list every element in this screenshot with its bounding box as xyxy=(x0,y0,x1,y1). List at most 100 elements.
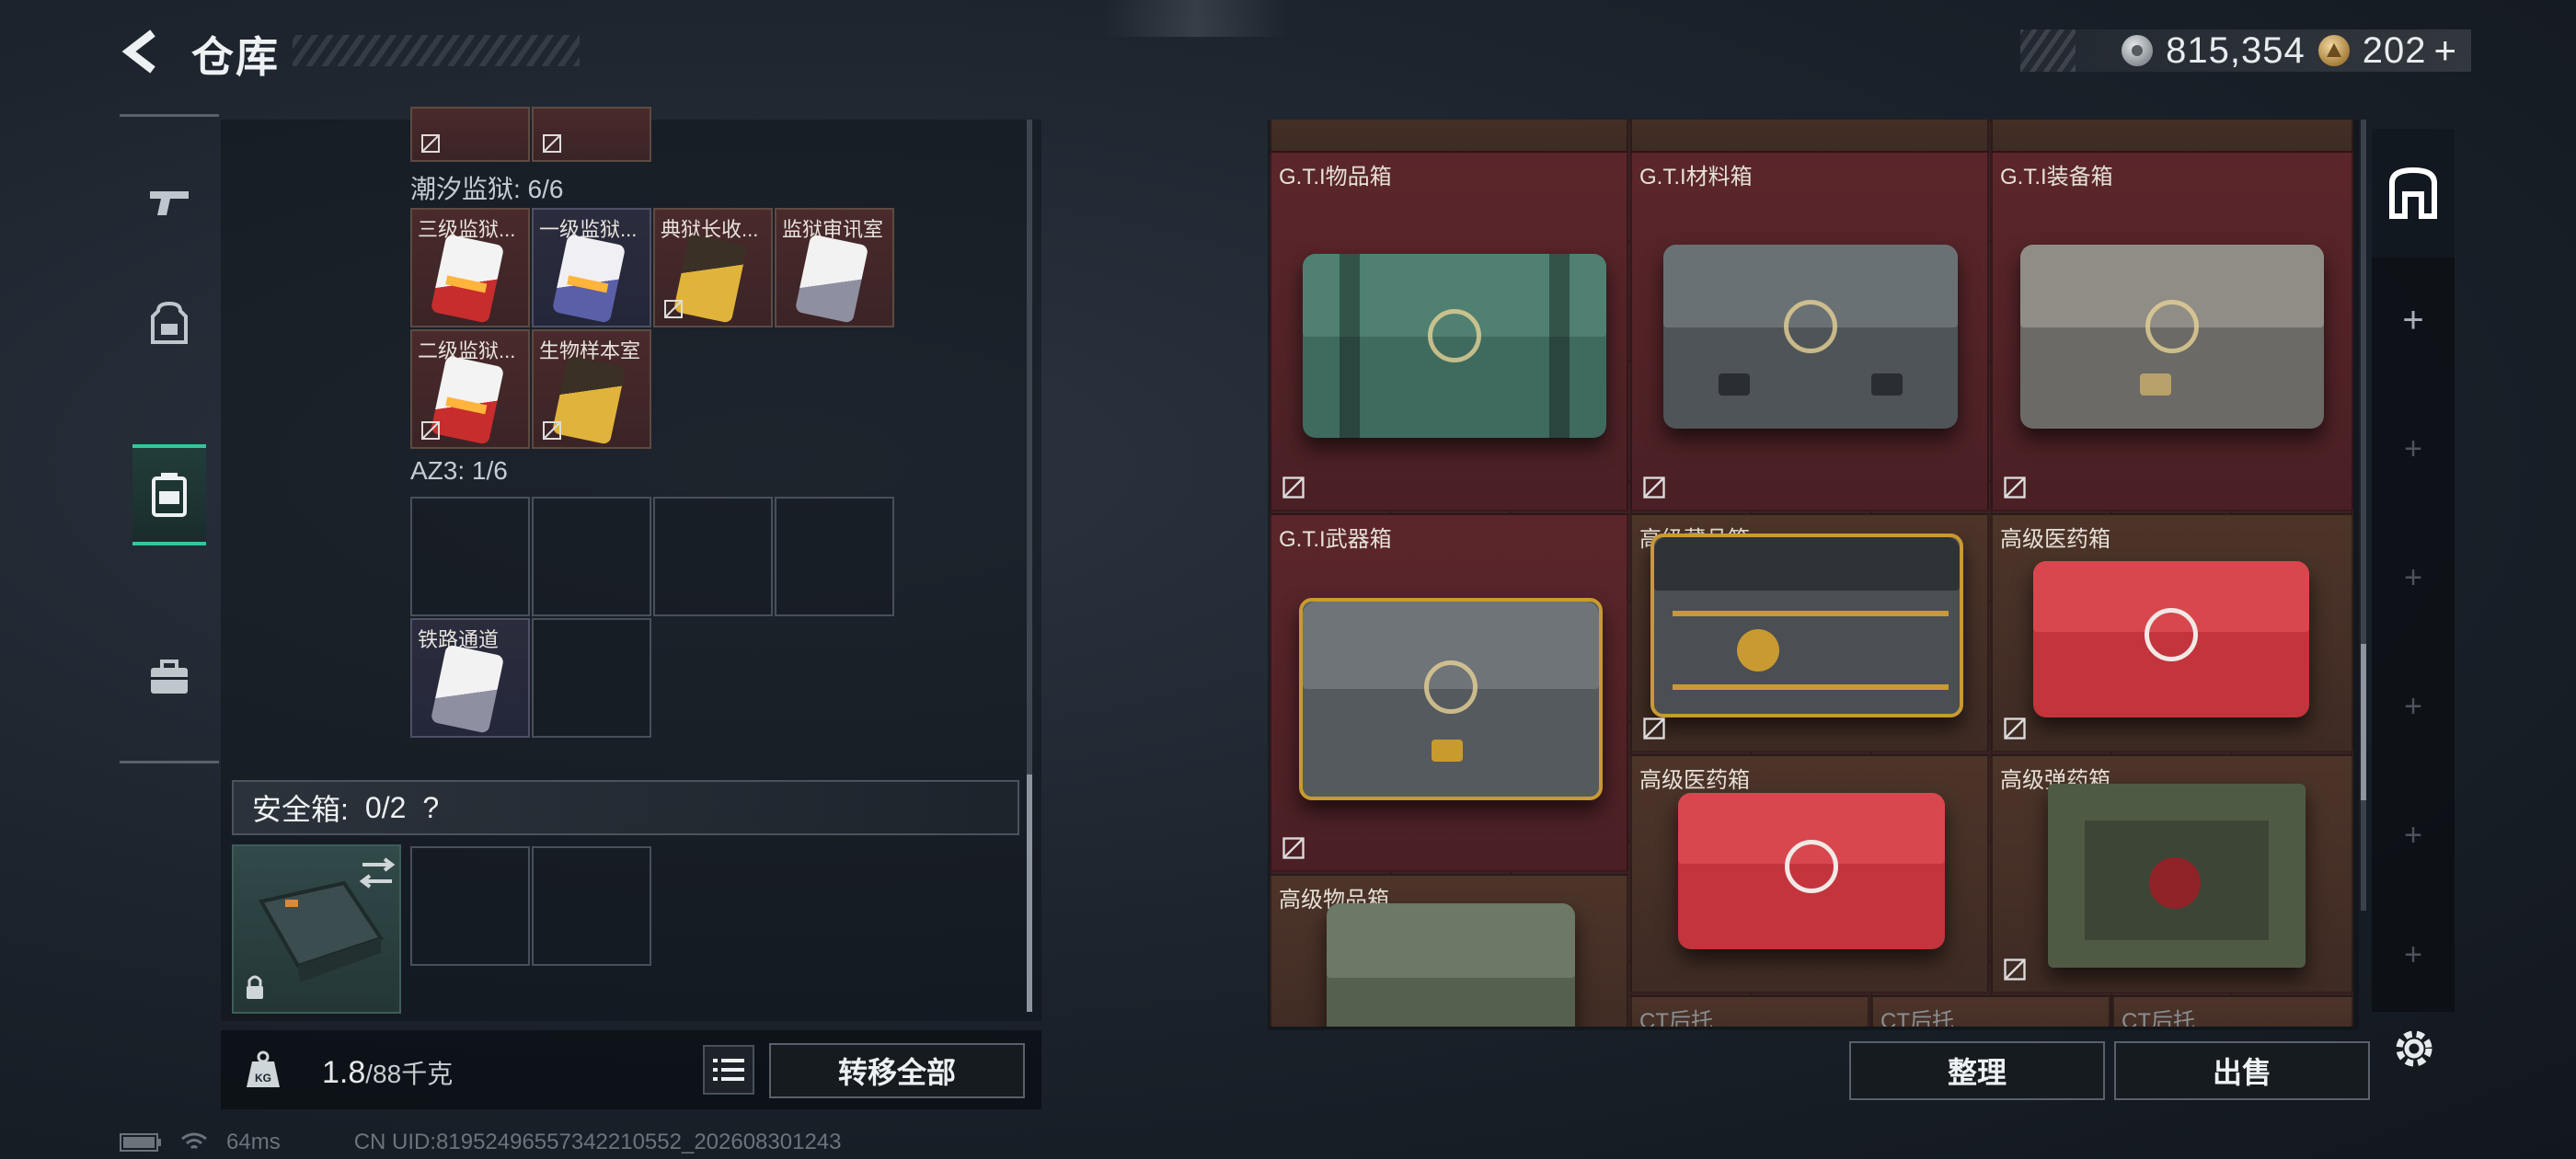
item-name: 高级医药箱 xyxy=(2000,527,2110,552)
medical-box-icon xyxy=(1678,793,1945,949)
backpack-icon[interactable] xyxy=(132,273,206,374)
transfer-all-button[interactable]: 转移全部 xyxy=(769,1043,1025,1098)
weight-max: /88千克 xyxy=(365,1060,454,1088)
storage-box-item[interactable]: G.T.I物品箱 xyxy=(1270,151,1628,511)
safebox-item[interactable] xyxy=(232,844,401,1014)
storage-box-item[interactable]: 高级医药箱 xyxy=(1991,513,2353,752)
item-name: CT后托 xyxy=(2122,1009,2195,1027)
list-icon xyxy=(713,1059,744,1081)
storage-item-partial[interactable] xyxy=(1630,120,1989,153)
status-bar: 64ms CN UID:81952496557342210552_2026083… xyxy=(120,1130,842,1155)
inventory-item-partial[interactable] xyxy=(410,107,530,162)
safebox-header: 安全箱: 0/2 ? xyxy=(232,780,1019,835)
weapon-box-icon xyxy=(1299,598,1603,800)
keycard-item[interactable]: 一级监狱... xyxy=(532,208,651,327)
item-name: G.T.I武器箱 xyxy=(1279,527,1392,552)
keycard-item[interactable]: 铁路通道 xyxy=(410,618,530,738)
empty-slot[interactable] xyxy=(532,618,651,738)
title-decoration xyxy=(293,35,580,66)
keycard-white-icon xyxy=(430,644,505,734)
no-trade-icon xyxy=(1282,476,1305,499)
add-gold-button[interactable]: + xyxy=(2433,29,2456,73)
item-name: 三级监狱... xyxy=(418,218,516,241)
item-name: 二级监狱... xyxy=(418,339,516,362)
safebox-empty-slot[interactable] xyxy=(410,846,530,966)
no-trade-icon xyxy=(664,300,683,318)
keycard-item[interactable]: 三级监狱... xyxy=(410,208,530,327)
weight-value: 1.8 xyxy=(322,1055,366,1090)
storage-item-partial[interactable] xyxy=(1270,120,1628,153)
locked-page-plus-icon[interactable]: + xyxy=(2372,642,2455,771)
no-trade-icon xyxy=(2004,476,2026,499)
keycard-purple-icon xyxy=(551,234,627,324)
item-name: CT后托 xyxy=(1880,1009,1954,1027)
pistol-icon[interactable] xyxy=(132,152,206,253)
help-icon[interactable]: ? xyxy=(422,791,439,825)
medical-box-icon xyxy=(2033,561,2309,717)
storage-box-item[interactable]: 高级医药箱 xyxy=(1630,754,1989,993)
item-name: G.T.I装备箱 xyxy=(2000,165,2113,189)
storage-scroll-thumb[interactable] xyxy=(2361,644,2366,800)
locked-page-plus-icon[interactable]: + xyxy=(2372,513,2455,642)
item-name: 典狱长收... xyxy=(661,218,759,241)
briefcase-icon[interactable] xyxy=(132,626,206,728)
storage-box-item[interactable]: G.T.I装备箱 xyxy=(1991,151,2353,511)
gold-amount: 202 xyxy=(2362,29,2427,71)
empty-slot[interactable] xyxy=(775,497,894,616)
group-label-az3: AZ3: 1/6 xyxy=(410,456,508,485)
uid-readout: CN UID:81952496557342210552_202608301243 xyxy=(353,1130,842,1154)
keycard-item[interactable]: 生物样本室 xyxy=(532,329,651,449)
storage-item-partial[interactable] xyxy=(1991,120,2353,153)
currency-decoration xyxy=(2020,29,2076,72)
gear-icon[interactable] xyxy=(2388,1023,2440,1074)
inventory-scroll-thumb[interactable] xyxy=(1027,775,1032,1012)
wifi-icon xyxy=(181,1132,207,1150)
no-trade-icon xyxy=(2004,717,2026,740)
back-arrow-icon[interactable] xyxy=(118,28,166,75)
locked-page-plus-icon[interactable]: + xyxy=(2372,771,2455,900)
sell-button[interactable]: 出售 xyxy=(2114,1041,2370,1100)
keycard-item[interactable]: 典狱长收... xyxy=(653,208,773,327)
weight-icon: KG xyxy=(245,1050,282,1089)
keycard-red-icon xyxy=(430,234,505,324)
storage-box-item[interactable]: 高级藏品箱 xyxy=(1630,513,1989,752)
safebox-label: 安全箱: xyxy=(252,793,349,826)
gold-coin-icon xyxy=(2317,35,2350,66)
add-storage-page-icon[interactable]: + xyxy=(2372,256,2455,384)
item-name: 监狱审讯室 xyxy=(782,218,884,241)
storage-home-icon[interactable] xyxy=(2372,129,2455,258)
storage-box-item[interactable]: G.T.I武器箱 xyxy=(1270,513,1628,872)
silver-amount: 815,354 xyxy=(2166,29,2306,71)
svg-text:KG: KG xyxy=(255,1072,271,1084)
storage-box-item[interactable]: 高级弹药箱 xyxy=(1991,754,2353,993)
no-trade-icon xyxy=(421,421,440,440)
empty-slot[interactable] xyxy=(410,497,530,616)
safebox-empty-slot[interactable] xyxy=(532,846,651,966)
no-trade-icon xyxy=(2004,958,2026,981)
storage-item-partial[interactable]: CT后托 xyxy=(1630,995,1869,1027)
container-icon[interactable] xyxy=(132,444,206,545)
item-name: G.T.I物品箱 xyxy=(1279,165,1392,189)
keycard-item[interactable]: 监狱审讯室 xyxy=(775,208,894,327)
no-trade-icon xyxy=(1643,476,1665,499)
item-name: CT后托 xyxy=(1639,1009,1713,1027)
empty-slot[interactable] xyxy=(653,497,773,616)
list-view-button[interactable] xyxy=(703,1045,754,1095)
material-box-icon xyxy=(1663,245,1958,429)
storage-box-item[interactable]: 高级物品箱 xyxy=(1270,874,1628,1027)
locked-page-plus-icon[interactable]: + xyxy=(2372,900,2455,1010)
no-trade-icon xyxy=(543,421,561,440)
storage-box-item[interactable]: G.T.I材料箱 xyxy=(1630,151,1989,511)
sort-button[interactable]: 整理 xyxy=(1849,1041,2105,1100)
empty-slot[interactable] xyxy=(532,497,651,616)
category-tabs xyxy=(120,114,219,763)
ping-readout: 64ms xyxy=(226,1130,281,1154)
locked-page-plus-icon[interactable]: + xyxy=(2372,384,2455,513)
page-title: 仓库 xyxy=(191,33,280,81)
inventory-item-partial[interactable] xyxy=(532,107,651,162)
item-name: G.T.I材料箱 xyxy=(1639,165,1753,189)
storage-item-partial[interactable]: CT后托 xyxy=(1871,995,2110,1027)
storage-item-partial[interactable]: CT后托 xyxy=(2112,995,2353,1027)
safebox-count: 0/2 xyxy=(364,790,407,824)
keycard-item[interactable]: 二级监狱... xyxy=(410,329,530,449)
